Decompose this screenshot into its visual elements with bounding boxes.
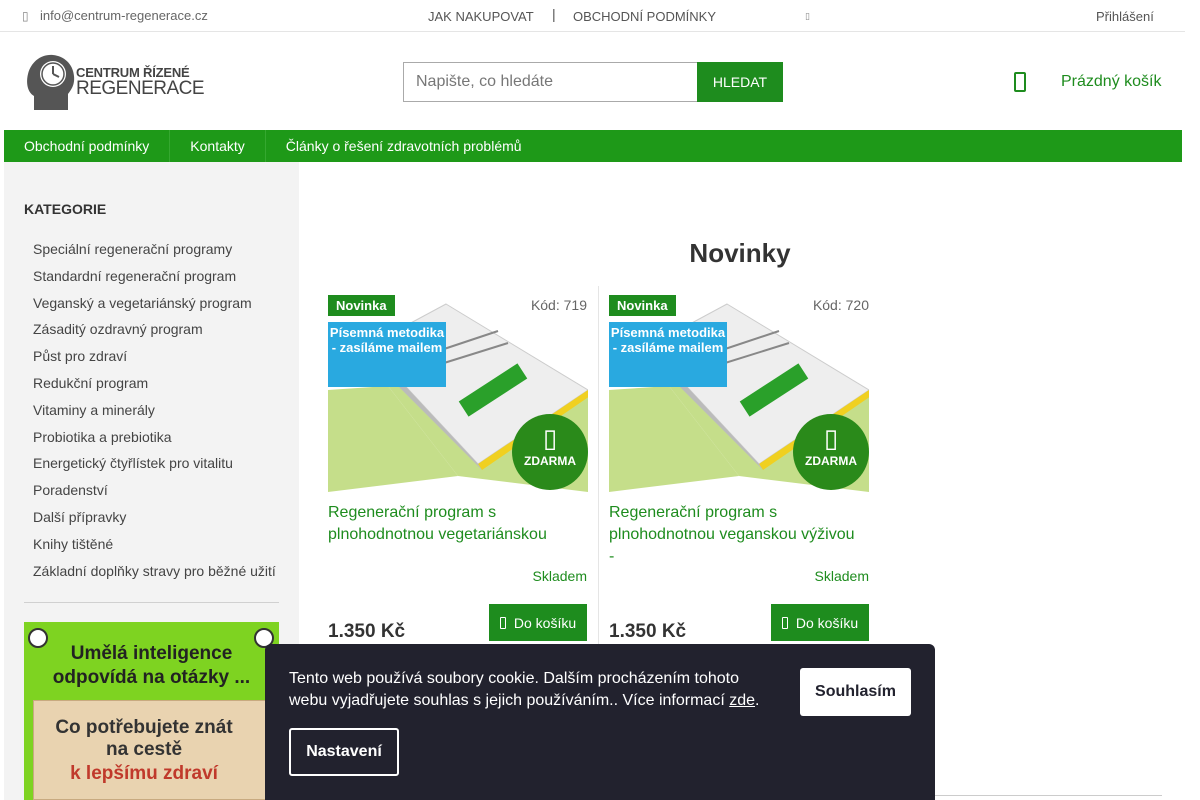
badge-free-label: ZDARMA	[805, 454, 857, 468]
category-item[interactable]: Zásaditý ozdravný program	[33, 316, 276, 343]
product-card: Novinka Písemná metodika - zasíláme mail…	[599, 286, 880, 666]
cookie-consent-bar: Tento web používá soubory cookie. Dalším…	[265, 644, 935, 800]
top-bar: ▯ info@centrum-regenerace.cz JAK NAKUPOV…	[0, 0, 1185, 32]
badge-novinka: Novinka	[609, 295, 676, 316]
cart[interactable]: Prázdný košík	[1014, 72, 1161, 92]
badge-free: ▯ ZDARMA	[512, 414, 588, 490]
banner-line2: odpovídá na otázky ...	[52, 667, 251, 688]
product-image[interactable]: Novinka Písemná metodika - zasíláme mail…	[609, 286, 869, 492]
banner-headline: Umělá inteligence odpovídá na otázky ...	[24, 642, 279, 690]
badge-method: Písemná metodika - zasíláme mailem	[328, 322, 446, 387]
category-list: Speciální regenerační programy Standardn…	[33, 236, 276, 584]
banner-line1: Umělá inteligence	[70, 643, 233, 664]
add-to-cart-button[interactable]: Do košíku	[489, 604, 587, 641]
contact-email[interactable]: ▯ info@centrum-regenerace.cz	[22, 8, 208, 23]
product-image[interactable]: Novinka Písemná metodika - zasíláme mail…	[328, 286, 588, 492]
page-title: Novinky	[689, 238, 791, 268]
gift-icon: ▯	[542, 423, 558, 453]
head-clock-logo-icon	[27, 54, 75, 110]
contact-email-text: info@centrum-regenerace.cz	[40, 8, 208, 23]
banner-card-line2: na cestě	[105, 739, 183, 760]
category-item[interactable]: Základní doplňky stravy pro běžné užití	[33, 558, 276, 585]
category-item[interactable]: Poradenství	[33, 477, 276, 504]
site-logo[interactable]: CENTRUM ŘÍZENÉ REGENERACE	[24, 52, 205, 112]
cart-icon	[499, 616, 506, 629]
link-jak-nakupovat[interactable]: JAK NAKUPOVAT	[428, 9, 534, 24]
category-item[interactable]: Vitaminy a minerály	[33, 397, 276, 424]
nav-item-clanky[interactable]: Články o řešení zdravotních problémů	[266, 130, 542, 162]
ai-banner[interactable]: Umělá inteligence odpovídá na otázky ...…	[24, 622, 279, 800]
logo-line2: REGENERACE	[76, 78, 205, 99]
stock-status: Skladem	[814, 568, 869, 584]
badge-novinka: Novinka	[328, 295, 395, 316]
banner-card-text: Co potřebujete znát na cestě	[34, 717, 254, 761]
sidebar-title: KATEGORIE	[24, 201, 107, 217]
category-item[interactable]: Další přípravky	[33, 504, 276, 531]
search-input[interactable]	[403, 62, 697, 102]
product-price: 1.350 Kč	[609, 621, 687, 642]
nav-item-kontakty[interactable]: Kontakty	[170, 130, 266, 162]
badge-method: Písemná metodika - zasíláme mailem	[609, 322, 727, 387]
cart-icon	[1014, 72, 1026, 92]
main-navigation: Obchodní podmínky Kontakty Články o řeše…	[4, 130, 1182, 162]
language-dropdown-icon[interactable]: ▯	[805, 11, 810, 22]
category-item[interactable]: Veganský a vegetariánský program	[33, 290, 276, 317]
product-name-link[interactable]: Regenerační program s plnohodnotnou vege…	[328, 502, 578, 546]
category-item[interactable]: Probiotika a prebiotika	[33, 424, 276, 451]
add-to-cart-label: Do košíku	[513, 614, 577, 631]
cart-icon	[781, 616, 788, 629]
category-item[interactable]: Speciální regenerační programy	[33, 236, 276, 263]
add-to-cart-button[interactable]: Do košíku	[771, 604, 869, 641]
gift-icon: ▯	[823, 423, 839, 453]
product-code: Kód: 720	[812, 297, 869, 313]
cookie-message: Tento web používá soubory cookie. Dalším…	[289, 670, 760, 709]
product-code: Kód: 719	[530, 297, 587, 313]
category-item[interactable]: Redukční program	[33, 370, 276, 397]
category-item[interactable]: Standardní regenerační program	[33, 263, 276, 290]
cookie-message-text: Tento web používá soubory cookie. Dalším…	[289, 670, 740, 709]
login-link[interactable]: Přihlášení	[1096, 9, 1154, 24]
top-separator: |	[552, 6, 556, 22]
banner-card-line3: k lepšímu zdraví	[70, 763, 218, 784]
banner-card-line1: Co potřebujete znát	[55, 717, 233, 738]
cookie-more-info-link[interactable]: zde	[729, 692, 755, 709]
link-obchodni-podminky[interactable]: OBCHODNÍ PODMÍNKY	[573, 9, 716, 24]
add-to-cart-label: Do košíku	[795, 614, 859, 631]
cookie-accept-button[interactable]: Souhlasím	[800, 668, 911, 716]
category-item[interactable]: Energetický čtyřlístek pro vitalitu	[33, 450, 276, 477]
cart-label: Prázdný košík	[1061, 73, 1162, 90]
category-item[interactable]: Půst pro zdraví	[33, 343, 276, 370]
cookie-settings-button[interactable]: Nastavení	[289, 728, 399, 776]
content-divider	[935, 795, 1162, 796]
sidebar-divider	[24, 602, 279, 603]
stock-status: Skladem	[532, 568, 587, 584]
product-card: Novinka Písemná metodika - zasíláme mail…	[318, 286, 599, 666]
nav-item-obchodni-podminky[interactable]: Obchodní podmínky	[4, 130, 171, 162]
product-price: 1.350 Kč	[328, 621, 406, 642]
search-form: HLEDAT	[403, 62, 783, 102]
badge-free: ▯ ZDARMA	[793, 414, 869, 490]
search-button[interactable]: HLEDAT	[697, 62, 783, 102]
banner-card: Co potřebujete znát na cestě k lepšímu z…	[33, 700, 271, 800]
category-item[interactable]: Knihy tištěné	[33, 531, 276, 558]
mail-icon: ▯	[22, 8, 29, 23]
product-name-link[interactable]: Regenerační program s plnohodnotnou vega…	[609, 502, 859, 568]
badge-free-label: ZDARMA	[524, 454, 576, 468]
